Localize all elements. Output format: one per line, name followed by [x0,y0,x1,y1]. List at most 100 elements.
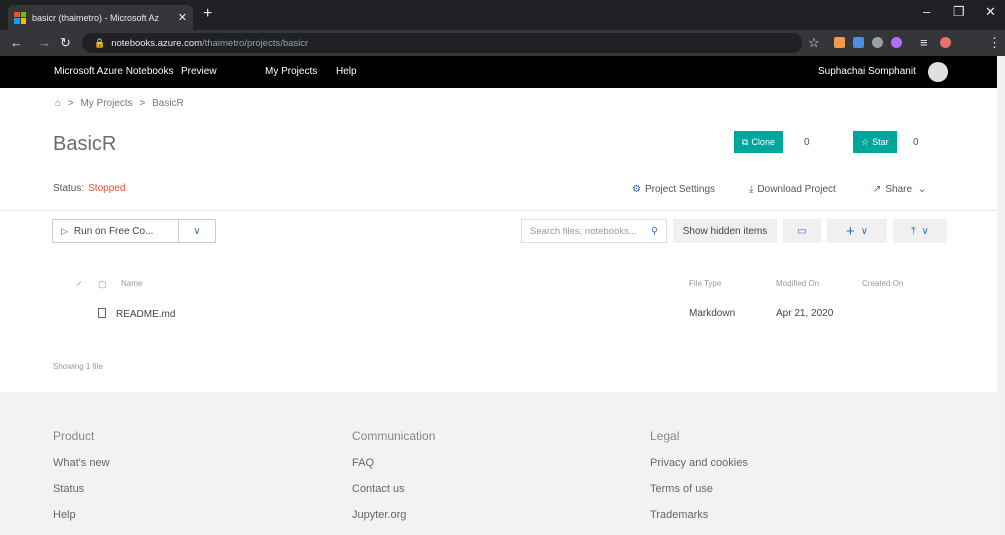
back-icon[interactable]: ← [10,35,23,50]
footer: Product What's new Status Help Communica… [0,392,1005,535]
profile-icon[interactable] [940,37,951,48]
chevron-down-icon: ∨ [860,225,869,237]
star-button[interactable]: ☆ Star [853,131,897,153]
search-icon: ⚲ [651,225,658,237]
footer-heading: Legal [650,429,680,443]
browser-tab-bar: basicr (thaimetro) - Microsoft Az ✕ + – … [0,0,1005,30]
footer-link[interactable]: Status [53,483,110,495]
app-header: Microsoft Azure Notebooks Preview My Pro… [0,56,1005,88]
new-tab-icon[interactable]: + [203,5,212,23]
footer-link[interactable]: Terms of use [650,483,748,495]
star-count: 0 [913,137,919,148]
run-dropdown[interactable]: ∨ [179,220,215,242]
url-host: notebooks.azure.com [111,37,203,49]
file-type: Markdown [689,308,736,319]
restore-icon[interactable]: ❐ [953,4,965,20]
column-header-file-type[interactable]: File Type [689,279,721,288]
clone-button[interactable]: ⧉ Clone [734,131,783,153]
tab-title: basicr (thaimetro) - Microsoft Az [32,12,160,23]
preview-badge: Preview [181,66,217,77]
status-label: Status: [53,183,85,194]
browser-toolbar: ← → ↻ 🔒 notebooks.azure.com /thaimetro/p… [0,30,1005,56]
footer-link[interactable]: What's new [53,457,110,469]
file-name[interactable]: README.md [98,308,175,320]
column-header-modified[interactable]: Modified On [776,279,819,288]
lock-icon: 🔒 [94,37,106,48]
nav-help[interactable]: Help [336,66,357,77]
search-input[interactable]: Search files, notebooks... ⚲ [521,219,667,243]
nav-my-projects[interactable]: My Projects [265,66,317,77]
reading-list-icon[interactable]: ≡ [920,35,928,50]
chevron-down-icon: ⌄ [917,184,927,195]
browser-tab[interactable]: basicr (thaimetro) - Microsoft Az ✕ [8,5,193,30]
new-folder-button[interactable]: ▭ [783,219,821,243]
show-hidden-items-label: Show hidden items [682,225,768,237]
file-name-text: README.md [116,309,176,320]
avatar[interactable] [928,62,948,82]
browser-menu-icon[interactable]: ⋮ [988,35,1001,51]
star-icon: ☆ [861,136,870,147]
chevron-down-icon: ∨ [193,225,201,237]
run-button[interactable]: ▷ Run on Free Co... ∨ [52,219,216,243]
microsoft-logo-icon [14,11,26,24]
footer-product: Product What's new Status Help [53,429,110,535]
column-header-created[interactable]: Created On [862,279,903,288]
minimize-icon[interactable]: – [923,4,930,19]
extension-icon[interactable] [891,37,902,48]
search-placeholder: Search files, notebooks... [530,225,637,237]
forward-icon[interactable]: → [38,35,51,50]
address-bar[interactable]: 🔒 notebooks.azure.com /thaimetro/project… [82,33,802,53]
show-hidden-items-button[interactable]: Show hidden items [673,219,777,243]
clone-count: 0 [804,137,810,148]
scrollbar[interactable] [997,56,1005,535]
clone-label: Clone [751,137,775,147]
column-header-name[interactable]: Name [121,279,142,288]
select-all-checkbox[interactable]: ✓ [76,279,83,288]
project-settings-button[interactable]: ⚙ Project Settings [632,184,715,195]
extension-icon[interactable] [853,37,864,48]
download-project-label: Download Project [757,184,836,195]
footer-heading: Product [53,429,95,443]
star-label: Star [872,137,889,147]
breadcrumb-separator: > [139,98,146,109]
close-tab-icon[interactable]: ✕ [178,11,187,24]
project-settings-label: Project Settings [644,184,716,195]
footer-communication: Communication FAQ Contact us Jupyter.org [352,429,435,535]
home-icon[interactable]: ⌂ [55,98,61,109]
download-project-button[interactable]: ⤓ Download Project [749,184,836,195]
bookmark-star-icon[interactable]: ☆ [808,35,820,51]
breadcrumb: ⌂ > My Projects > BasicR [55,98,184,109]
divider [0,210,1005,211]
run-button-main[interactable]: ▷ Run on Free Co... [53,220,179,242]
breadcrumb-current: BasicR [152,98,184,109]
footer-link[interactable]: FAQ [352,457,435,469]
share-button[interactable]: ↗ Share ⌄ [873,184,926,195]
footer-link[interactable]: Jupyter.org [352,509,435,521]
run-button-label: Run on Free Co... [73,225,154,237]
share-icon: ↗ [873,184,882,195]
brand-title[interactable]: Microsoft Azure Notebooks [54,66,174,77]
download-icon: ⤓ [749,184,754,195]
clone-icon: ⧉ [742,136,749,147]
footer-link[interactable]: Privacy and cookies [650,457,748,469]
footer-link[interactable]: Help [53,509,110,521]
status: Status: Stopped [53,183,125,194]
file-modified: Apr 21, 2020 [776,308,834,319]
footer-legal: Legal Privacy and cookies Terms of use T… [650,429,748,535]
close-window-icon[interactable]: ✕ [985,4,996,20]
upload-icon: ⤒ [911,225,916,237]
page-title: BasicR [53,133,117,155]
breadcrumb-my-projects[interactable]: My Projects [80,98,132,109]
footer-link[interactable]: Contact us [352,483,435,495]
url-path: /thaimetro/projects/basicr [202,37,309,49]
folder-icon: ▭ [797,225,807,237]
upload-button[interactable]: ⤒ ∨ [893,219,947,243]
footer-link[interactable]: Trademarks [650,509,748,521]
reload-icon[interactable]: ↻ [60,35,71,51]
user-name[interactable]: Suphachai Somphanit [818,66,916,77]
extension-icon[interactable] [834,37,845,48]
gear-icon: ⚙ [632,184,641,195]
extension-icon[interactable] [872,37,883,48]
chevron-down-icon: ∨ [921,225,929,237]
add-new-button[interactable]: + ∨ [827,219,887,243]
